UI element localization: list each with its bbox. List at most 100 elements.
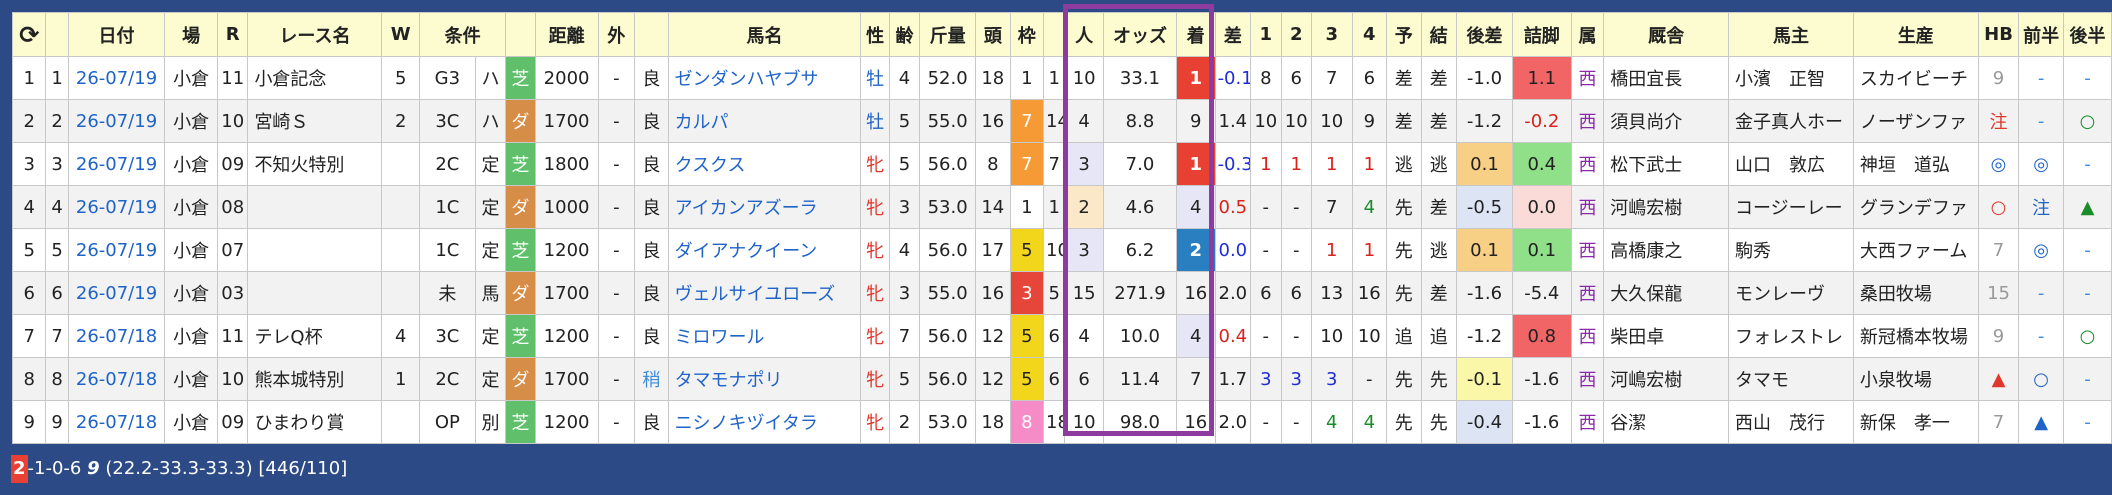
second-half-mark: ○ [2062, 99, 2112, 143]
col-corner-2[interactable]: 2 [1280, 12, 1312, 57]
distance: 1700 [534, 357, 599, 401]
col-date[interactable]: 日付 [67, 12, 166, 57]
surface-badge: ダ [505, 357, 536, 401]
finish-position: 16 [1176, 400, 1216, 444]
col-hb[interactable]: HB [1977, 12, 2020, 57]
col-horse[interactable]: 馬名 [667, 12, 862, 57]
col-condition[interactable]: 条件 [418, 12, 507, 57]
race-date-link[interactable]: 26-07/18 [67, 357, 166, 401]
popularity: 4 [1064, 314, 1104, 358]
race-date-link[interactable]: 26-07/18 [67, 314, 166, 358]
horse-number: 14 [1043, 99, 1066, 143]
col-margin[interactable]: 差 [1214, 12, 1252, 57]
col-second-half[interactable]: 後半 [2062, 12, 2112, 57]
actual-style: 逃 [1420, 142, 1458, 186]
owner: 小濱 正智 [1728, 56, 1854, 100]
refresh-button[interactable]: ⟳ [11, 12, 47, 57]
horse-name-link[interactable]: アイカンアズーラ [667, 185, 862, 229]
col-corner-1[interactable]: 1 [1250, 12, 1282, 57]
col-odds[interactable]: オッズ [1102, 12, 1178, 57]
table-row[interactable]: 8 8 26-07/18 小倉 10 熊本城特別 1 2C 定ダ 1700- 稍タマモナポリ牝 5 56… [11, 357, 2112, 401]
horse-name-link[interactable]: ゼンダンハヤブサ [667, 56, 862, 100]
breeder: 桑田牧場 [1852, 271, 1979, 315]
col-stable[interactable]: 厩舎 [1603, 12, 1730, 57]
w-value [381, 185, 420, 229]
table-row[interactable]: 3 3 26-07/19 小倉 09 不知火特別 2C 定芝 1800- 良クスクス牝 5 56.0 8… [11, 142, 2112, 186]
race-date-link[interactable]: 26-07/19 [67, 56, 166, 100]
col-weight[interactable]: 斤量 [919, 12, 977, 57]
col-race-name[interactable]: レース名 [247, 12, 383, 57]
col-waku[interactable]: 枠 [1009, 12, 1045, 57]
col-belong[interactable]: 属 [1570, 12, 1605, 57]
trainer: 谷潔 [1603, 400, 1730, 444]
col-result[interactable]: 結 [1420, 12, 1458, 57]
horse-name-link[interactable]: ニシノキヅイタラ [667, 400, 862, 444]
corner-3: 13 [1310, 271, 1353, 315]
col-distance[interactable]: 距離 [534, 12, 599, 57]
table-row[interactable]: 1 1 26-07/19 小倉 11 小倉記念 5 G3 ハ芝 2000- 良ゼンダンハヤブサ牡 4 5… [11, 56, 2112, 100]
late-diff: -1.0 [1456, 56, 1513, 100]
table-row[interactable]: 5 5 26-07/19 小倉 07 1C 定芝 1200- 良ダイアナクイーン牝 4 56.0 17… [11, 228, 2112, 272]
col-late[interactable]: 後差 [1456, 12, 1513, 57]
col-first-half[interactable]: 前半 [2018, 12, 2064, 57]
col-closing[interactable]: 詰脚 [1511, 12, 1572, 57]
predicted-style: 先 [1386, 400, 1422, 444]
table-row[interactable]: 9 9 26-07/18 小倉 09 ひまわり賞 OP 別芝 1200- 良ニシノキヅイタラ牝 2 5… [11, 400, 2112, 444]
race-name: テレQ杯 [247, 314, 383, 358]
track-going: 稍 [634, 357, 669, 401]
race-date-link[interactable]: 26-07/19 [67, 271, 166, 315]
race-date-link[interactable]: 26-07/19 [67, 99, 166, 143]
col-sex[interactable]: 性 [860, 12, 890, 57]
col-popularity[interactable]: 人 [1064, 12, 1104, 57]
venue: 小倉 [164, 99, 218, 143]
col-finish[interactable]: 着 [1176, 12, 1216, 57]
race-date-link[interactable]: 26-07/19 [67, 142, 166, 186]
corner-1: 8 [1250, 56, 1282, 100]
horse-name-link[interactable]: ミロワール [667, 314, 862, 358]
row-no: 4 [45, 185, 69, 229]
horse-name-link[interactable]: ヴェルサイユローズ [667, 271, 862, 315]
first-half-mark: ▲ [2018, 400, 2064, 444]
corner-4: 10 [1351, 314, 1388, 358]
col-prediction[interactable]: 予 [1386, 12, 1422, 57]
table-row[interactable]: 4 4 26-07/19 小倉 08 1C 定ダ 1000- 良アイカンアズーラ牝 3 53.0 14… [11, 185, 2112, 229]
col-heads[interactable]: 頭 [975, 12, 1011, 57]
race-date-link[interactable]: 26-07/19 [67, 228, 166, 272]
corner-1: 1 [1250, 142, 1282, 186]
col-corner-3[interactable]: 3 [1310, 12, 1353, 57]
col-w[interactable]: W [381, 12, 420, 57]
finish-position: 1 [1176, 142, 1216, 186]
win-count-badge: 2 [11, 455, 28, 483]
col-corner-4[interactable]: 4 [1351, 12, 1388, 57]
col-breeder[interactable]: 生産 [1852, 12, 1979, 57]
table-body: 1 1 26-07/19 小倉 11 小倉記念 5 G3 ハ芝 2000- 良ゼンダンハヤブサ牡 4 5… [11, 56, 2112, 444]
waku-badge: 1 [1009, 185, 1045, 229]
horse-name-link[interactable]: ダイアナクイーン [667, 228, 862, 272]
table-row[interactable]: 6 6 26-07/19 小倉 03 未馬ダ 1700- 良ヴェルサイユローズ牝 3 55.0 16… [11, 271, 2112, 315]
race-number: 09 [216, 142, 249, 186]
horse-name-link[interactable]: カルパ [667, 99, 862, 143]
horse-name-link[interactable]: クスクス [667, 142, 862, 186]
col-venue[interactable]: 場 [164, 12, 218, 57]
margin: 0.0 [1214, 228, 1252, 272]
popularity: 3 [1064, 142, 1104, 186]
race-number: 03 [216, 271, 249, 315]
col-surface [505, 12, 536, 57]
row-index: 9 [11, 400, 47, 444]
corner-1: 3 [1250, 357, 1282, 401]
table-row[interactable]: 7 7 26-07/18 小倉 11 テレQ杯 4 3C 定芝 1200- 良ミロワール牝 7 56.0… [11, 314, 2112, 358]
table-row[interactable]: 2 2 26-07/19 小倉 10 宮崎Ｓ 2 3C ハダ 1700- 良カルパ牡 5 55.0 16 7… [11, 99, 2112, 143]
finish-position: 2 [1176, 228, 1216, 272]
breeder: 新保 孝一 [1852, 400, 1979, 444]
closing-speed: 0.4 [1511, 142, 1572, 186]
col-outside[interactable]: 外 [597, 12, 636, 57]
col-owner[interactable]: 馬主 [1728, 12, 1854, 57]
col-race-no[interactable]: R [216, 12, 249, 57]
race-date-link[interactable]: 26-07/19 [67, 185, 166, 229]
race-mark: ハ [474, 56, 507, 100]
hb-mark: ○ [1977, 185, 2020, 229]
horse-name-link[interactable]: タマモナポリ [667, 357, 862, 401]
race-number: 11 [216, 56, 249, 100]
race-date-link[interactable]: 26-07/18 [67, 400, 166, 444]
col-age[interactable]: 齢 [888, 12, 921, 57]
